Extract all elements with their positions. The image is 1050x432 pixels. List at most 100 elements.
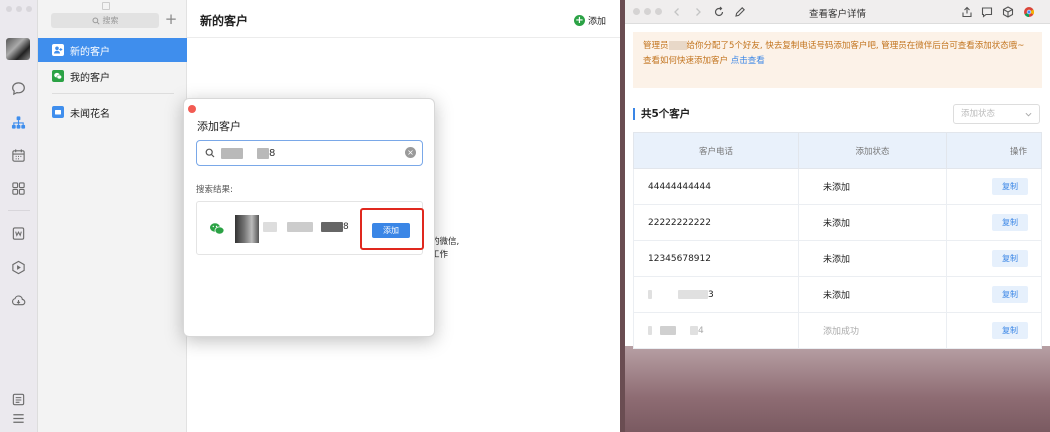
action-cell: 复制 xyxy=(946,276,1042,313)
list-item-group[interactable]: 未闻花名 xyxy=(38,100,187,124)
status-cell: 未添加 xyxy=(798,204,947,241)
window-minimize-dot[interactable] xyxy=(16,6,22,12)
avatar[interactable] xyxy=(6,38,30,60)
calendar-icon[interactable] xyxy=(10,147,26,163)
notice-prefix: 管理员 xyxy=(643,41,669,51)
header-divider xyxy=(187,37,620,38)
status-select-placeholder: 添加状态 xyxy=(961,109,996,119)
notes-icon[interactable] xyxy=(10,391,26,407)
search-value: 8 xyxy=(221,147,276,159)
add-label: 添加 xyxy=(587,17,606,27)
play-icon[interactable] xyxy=(10,259,26,275)
plus-circle-icon: + xyxy=(573,15,585,26)
search-value-suffix: 8 xyxy=(269,147,276,159)
status-cell: 未添加 xyxy=(798,240,947,277)
cube-icon[interactable] xyxy=(1001,5,1014,18)
result-avatar xyxy=(235,215,259,243)
list-item-label: 未闻花名 xyxy=(70,108,110,120)
clear-icon[interactable]: × xyxy=(405,147,416,158)
phone-cell: 4 xyxy=(633,312,799,349)
hint-line-2: 工作 xyxy=(431,250,449,260)
copy-button[interactable]: 复制 xyxy=(992,322,1028,339)
customer-table: 客户电话 添加状态 操作 44444444444 未添加 复制 22222222… xyxy=(633,132,1042,349)
search-icon xyxy=(91,16,100,25)
customer-detail-window: 查看客户详情 管理员 给你分配了5个好友, 快去复制电话号码添加客户吧, 管理员在… xyxy=(625,0,1050,432)
redacted-text xyxy=(660,325,676,335)
list-item-label: 我的客户 xyxy=(70,72,110,84)
action-cell: 复制 xyxy=(946,168,1042,205)
status-cell: 未添加 xyxy=(798,276,947,313)
new-button[interactable]: + xyxy=(164,12,178,27)
hint-line-1: 的微信, xyxy=(431,237,460,247)
add-button[interactable]: 添加 xyxy=(372,223,410,238)
search-placeholder: 搜索 xyxy=(102,16,119,25)
chrome-icon[interactable] xyxy=(1022,5,1035,18)
cloud-icon[interactable] xyxy=(10,292,26,308)
notice-text: 给你分配了5个好友, 快去复制电话号码添加客户吧, 管理员在微伴后台可查看添加状… xyxy=(686,41,1025,51)
apps-icon[interactable] xyxy=(10,180,26,196)
column-header-status: 添加状态 xyxy=(798,132,947,169)
redacted-text xyxy=(690,325,698,335)
copy-button[interactable]: 复制 xyxy=(992,214,1028,231)
phone-cell: 22222222222 xyxy=(633,204,799,241)
contacts-icon[interactable] xyxy=(10,114,26,130)
wechat-icon xyxy=(210,223,225,235)
list-item-my-customers[interactable]: 我的客户 xyxy=(38,64,187,88)
copy-button[interactable]: 复制 xyxy=(992,250,1028,267)
search-input[interactable]: 搜索 xyxy=(51,13,159,28)
redacted-text xyxy=(648,325,652,335)
dialog-search-input[interactable]: 8 × xyxy=(196,140,423,166)
dialog-title: 添加客户 xyxy=(197,120,241,133)
phone-cell: 44444444444 xyxy=(633,168,799,205)
rail-divider xyxy=(8,210,30,211)
status-select[interactable]: 添加状态 xyxy=(953,104,1040,124)
hint-text: 的微信, 工作 xyxy=(431,236,459,262)
wechat-icon xyxy=(52,70,64,82)
comment-icon[interactable] xyxy=(980,5,993,18)
copy-button[interactable]: 复制 xyxy=(992,286,1028,303)
redacted-text xyxy=(221,147,243,159)
title-bar: 查看客户详情 xyxy=(625,0,1050,24)
action-cell: 复制 xyxy=(946,204,1042,241)
add-customer-button[interactable]: + 添加 xyxy=(573,14,606,27)
redacted-text xyxy=(263,222,277,232)
status-cell: 添加成功 xyxy=(798,312,947,349)
table-row: 3 未添加 复制 xyxy=(633,276,1042,313)
customer-count: 共5个客户 xyxy=(633,108,690,120)
table-row: 4 添加成功 复制 xyxy=(633,312,1042,349)
chat-icon[interactable] xyxy=(10,80,26,96)
dialog-close-button[interactable] xyxy=(188,105,196,113)
redacted-text xyxy=(678,289,708,299)
notice-link[interactable]: 点击查看 xyxy=(731,56,765,66)
wecom-window: 搜索 + 新的客户 我的客户 未闻花名 新的客户 + 添加 的微信, 工作 添加… xyxy=(0,0,620,432)
window-icon xyxy=(102,2,110,10)
phone-suffix: 4 xyxy=(698,325,704,336)
notice-line-1: 管理员 给你分配了5个好友, 快去复制电话号码添加客户吧, 管理员在微伴后台可查看… xyxy=(643,39,1032,53)
redacted-text xyxy=(287,222,313,232)
contact-list: 搜索 + 新的客户 我的客户 未闻花名 xyxy=(38,0,187,432)
copy-button[interactable]: 复制 xyxy=(992,178,1028,195)
search-result-card: 8 添加 xyxy=(196,201,424,255)
window-close-dot[interactable] xyxy=(6,6,12,12)
column-header-action: 操作 xyxy=(946,132,1042,169)
phone-suffix: 3 xyxy=(708,289,714,300)
results-label: 搜索结果: xyxy=(196,185,233,195)
redacted-text xyxy=(257,147,269,159)
document-icon[interactable] xyxy=(10,225,26,241)
share-icon[interactable] xyxy=(960,5,973,18)
table-row: 22222222222 未添加 复制 xyxy=(633,204,1042,241)
notice-help-text: 查看如何快速添加客户 xyxy=(643,56,729,66)
user-plus-icon xyxy=(52,44,64,56)
page-title: 新的客户 xyxy=(200,14,249,28)
folder-icon xyxy=(52,106,64,118)
table-header-row: 客户电话 添加状态 操作 xyxy=(633,132,1042,169)
window-background xyxy=(625,346,1050,432)
chevron-down-icon xyxy=(1025,112,1032,117)
redacted-text xyxy=(648,289,652,299)
menu-icon[interactable] xyxy=(10,410,26,426)
list-divider xyxy=(52,93,174,94)
result-name-suffix: 8 xyxy=(343,222,349,232)
window-zoom-dot[interactable] xyxy=(26,6,32,12)
list-item-new-customers[interactable]: 新的客户 xyxy=(38,38,187,62)
phone-cell: 12345678912 xyxy=(633,240,799,277)
